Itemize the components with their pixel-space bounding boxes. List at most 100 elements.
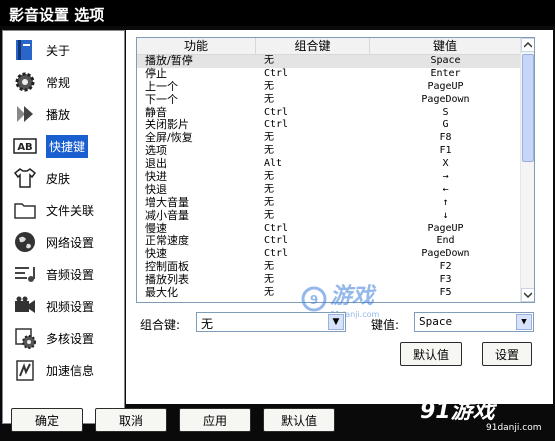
sidebar-item-general[interactable]: 常规 [6,68,123,96]
modifier-cell: 无 [264,183,274,195]
table-row[interactable]: 停止 Ctrl Enter [137,66,521,81]
key-cell: → [442,171,449,183]
modifier-select-value: 无 [201,317,214,331]
shortcut-list[interactable]: 功能 组合键 键值 播放/暂停无 Space 停止 Ctrl Enter 上一个无 Page… [136,37,535,303]
modifier-cell: Ctrl [264,67,289,79]
table-row[interactable]: 增大音量 无 ↑ [137,195,521,210]
sidebar-item-label: 视频设置 [46,299,95,314]
reset-key-default-button[interactable]: 默认值 [400,342,462,366]
window-title: 影音设置 选项 [0,0,555,26]
shirt-icon [10,165,40,191]
defaults-button[interactable]: 默认值 [263,408,335,432]
scroll-up-button[interactable] [521,38,534,52]
column-header-key[interactable]: 键值 [370,38,521,54]
key-cell: F8 [439,132,452,144]
settings-sidebar: 关于 常规 播放 AB 快捷键 皮肤 文件关联 网络设置 音频设置 视频设置 多… [2,30,125,424]
sidebar-item-label: 文件关联 [46,203,95,218]
dropdown-arrow-icon[interactable]: ▼ [328,314,344,330]
apply-button[interactable]: 应用 [179,408,251,432]
function-cell: 停止 [145,66,167,80]
table-row[interactable]: 减小音量 无 ↓ [137,208,521,223]
table-row[interactable]: 快退 无 ← [137,183,521,197]
key-cell: PageDown [421,93,470,105]
sidebar-item-playback[interactable]: 播放 [6,100,123,128]
modifier-cell: 无 [264,209,274,221]
modifier-cell: Ctrl [264,248,289,260]
table-row[interactable]: 快进 无 → [137,170,521,184]
audio-lines-icon [10,261,40,287]
modifier-cell: Alt [264,158,283,170]
table-row[interactable]: 控制面板无 F2 [137,260,521,274]
sidebar-item-about[interactable]: 关于 [6,36,123,64]
corner-brand-logo: 91游戏 91danji.com [420,389,555,441]
function-cell: 增大音量 [145,195,189,209]
modifier-cell: Ctrl [264,119,289,131]
key-cell: X [442,158,449,170]
modifier-cell: 无 [264,132,274,144]
key-cell: End [436,235,455,247]
sidebar-item-hotkeys[interactable]: AB 快捷键 [6,132,123,160]
cancel-button[interactable]: 取消 [95,408,167,432]
key-cell: G [442,119,449,131]
table-row[interactable]: 慢速 Ctrl PageUP [137,222,521,236]
table-row[interactable]: 快速 Ctrl PageDown [137,247,521,261]
modifier-cell: Ctrl [264,222,289,234]
table-row[interactable]: 正常速度 Ctrl End [137,235,521,248]
modifier-cell: Ctrl [264,235,289,247]
key-cell: F1 [439,145,452,157]
key-cell: ↓ [442,209,449,221]
sidebar-item-skin[interactable]: 皮肤 [6,164,123,192]
sidebar-item-accel[interactable]: 加速信息 [6,356,123,384]
set-key-button[interactable]: 设置 [482,342,532,366]
key-cell: S [442,106,449,118]
sidebar-item-file-assoc[interactable]: 文件关联 [6,196,123,224]
sidebar-item-video[interactable]: 视频设置 [6,292,123,320]
sidebar-item-label: 网络设置 [46,235,95,250]
ok-button[interactable]: 确定 [11,408,83,432]
svg-text:9: 9 [310,293,318,307]
scroll-thumb[interactable] [522,54,534,162]
scroll-down-button[interactable] [521,288,534,302]
sidebar-item-multicore[interactable]: 多核设置 [6,324,123,352]
key-cell: ↑ [442,196,449,208]
table-row[interactable]: 上一个 无 PageUP [137,80,521,94]
svg-text:AB: AB [17,142,32,153]
dropdown-arrow-icon[interactable]: ▼ [516,314,532,330]
cpu-gear-icon [10,325,40,351]
modifier-cell: 无 [264,171,274,183]
table-row[interactable]: 播放/暂停 无 Space [137,54,521,68]
table-row[interactable]: 选项无 F1 [137,144,521,158]
sidebar-item-audio[interactable]: 音频设置 [6,260,123,288]
modifier-cell: 无 [264,93,274,105]
chevron-down-icon [524,292,532,298]
vertical-scrollbar[interactable] [520,38,534,302]
sidebar-item-label: 皮肤 [46,171,71,186]
sidebar-item-label: 多核设置 [46,331,95,346]
watermark-text: 游戏 [330,284,375,309]
globe-icon [10,229,40,255]
key-cell: F2 [439,261,452,273]
table-row[interactable]: 退出 Alt X [137,157,521,171]
key-select[interactable]: Space ▼ [414,312,534,332]
function-cell: 下一个 [145,92,178,106]
table-row[interactable]: 下一个 无 PageDown [137,92,521,107]
table-row[interactable]: 关闭影片 Ctrl G [137,119,521,132]
key-cell: PageUP [427,80,464,92]
function-cell: 快进 [145,170,167,184]
sidebar-item-label: 关于 [46,43,71,58]
column-header-function[interactable]: 功能 [137,38,256,54]
function-cell: 减小音量 [145,208,189,222]
chevron-up-icon [524,42,532,48]
table-row[interactable]: 静音 Ctrl S [137,106,521,120]
modifier-select[interactable]: 无 ▼ [196,312,346,332]
gear-icon [10,69,40,95]
column-header-modifier[interactable]: 组合键 [256,38,370,54]
key-cell: PageDown [421,248,470,260]
table-row[interactable]: 全屏/恢复无 F8 [137,131,521,145]
hotkey-settings-panel: 功能 组合键 键值 播放/暂停无 Space 停止 Ctrl Enter 上一个无 Page… [126,30,553,404]
info-card-icon [10,37,40,63]
key-cell: Space [430,55,461,66]
sidebar-item-label: 加速信息 [46,363,95,378]
modifier-cell: 无 [264,196,274,208]
sidebar-item-network[interactable]: 网络设置 [6,228,123,256]
